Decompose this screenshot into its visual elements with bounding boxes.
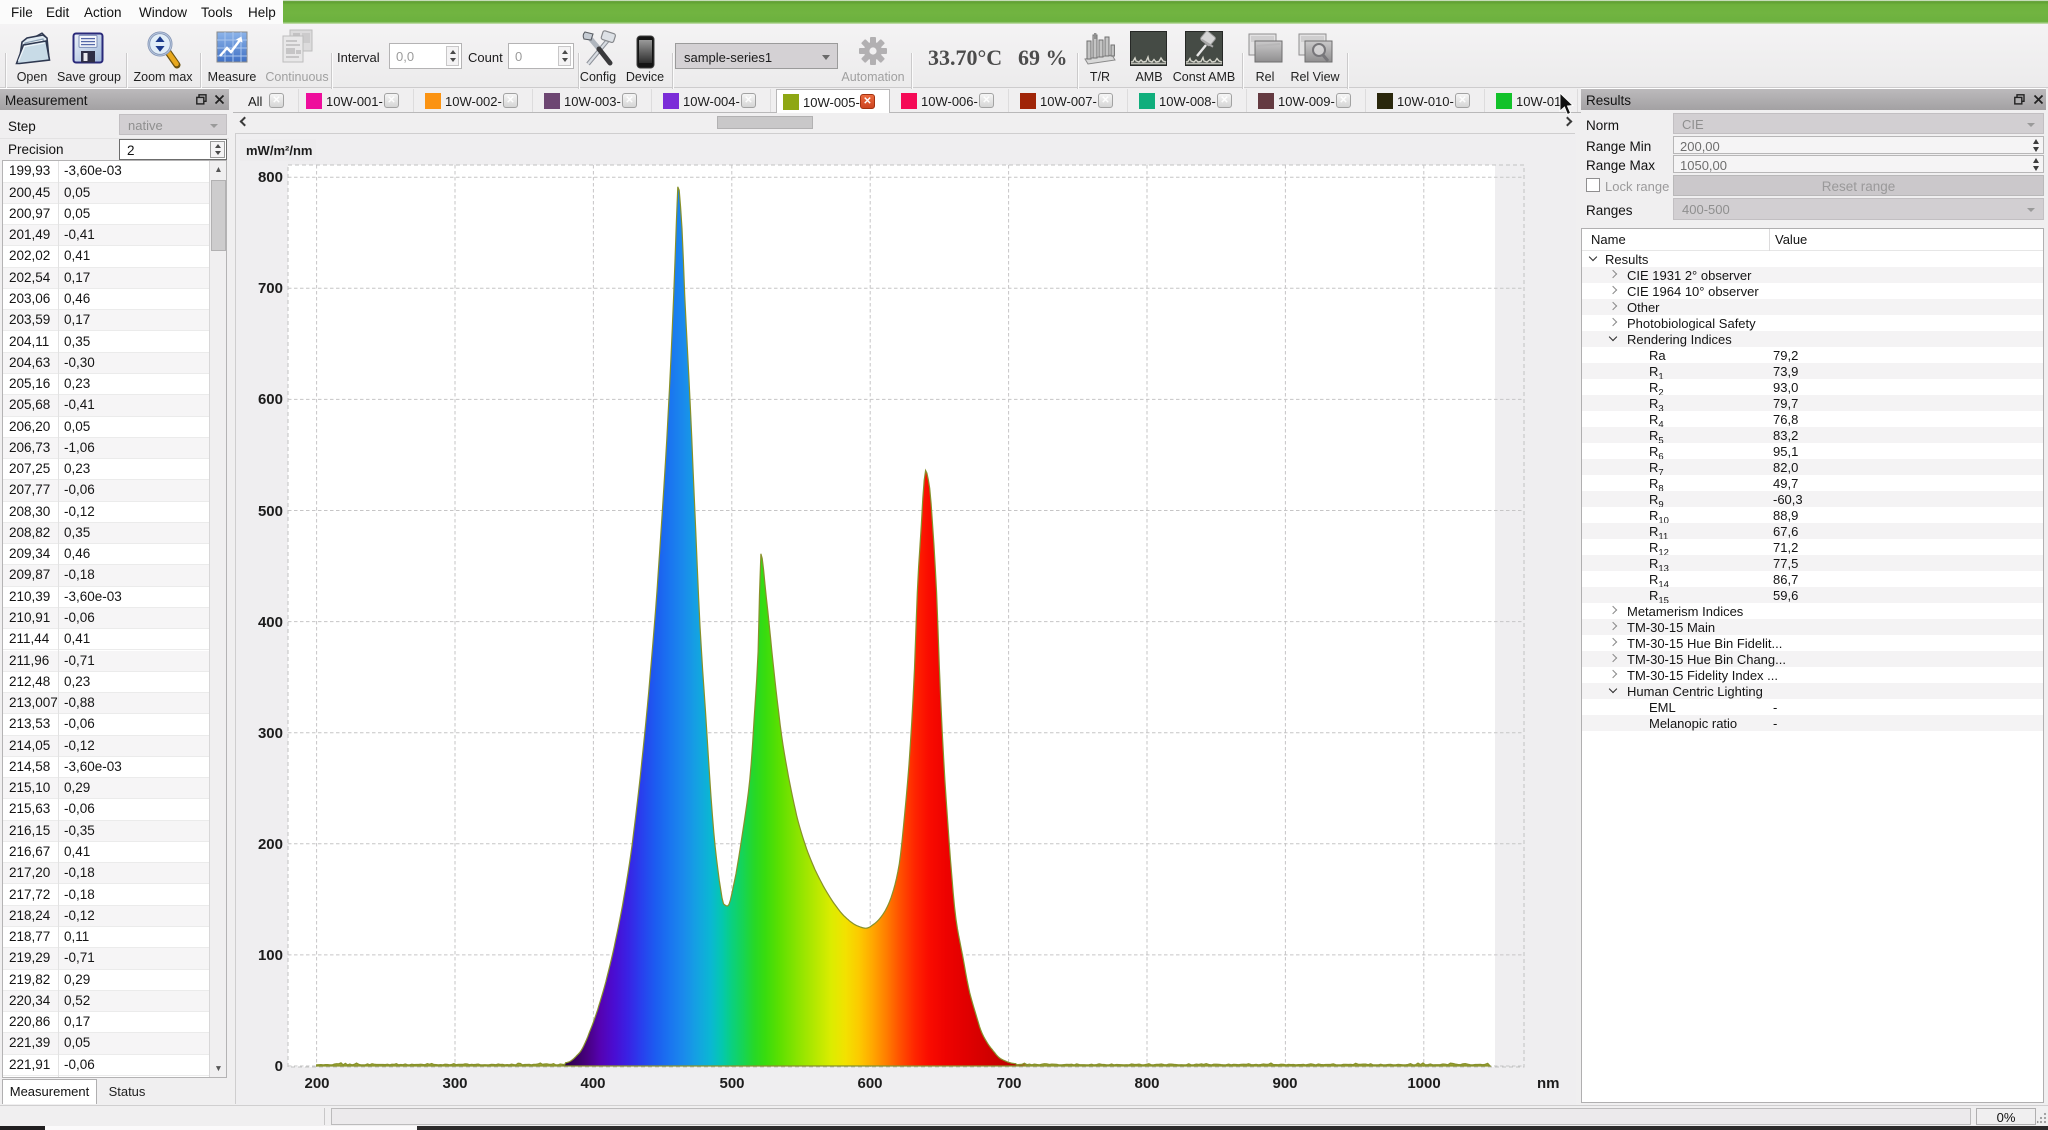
svg-text:1000: 1000 (1407, 1075, 1440, 1092)
svg-text:600: 600 (857, 1075, 882, 1092)
svg-text:700: 700 (258, 280, 283, 297)
svg-text:700: 700 (996, 1075, 1021, 1092)
svg-text:600: 600 (258, 391, 283, 408)
svg-text:nm: nm (1537, 1075, 1560, 1092)
svg-text:300: 300 (442, 1075, 467, 1092)
svg-text:mW/m²/nm: mW/m²/nm (246, 143, 312, 158)
svg-text:500: 500 (258, 503, 283, 520)
svg-text:200: 200 (304, 1075, 329, 1092)
svg-text:200: 200 (258, 836, 283, 853)
svg-text:300: 300 (258, 725, 283, 742)
svg-text:400: 400 (258, 614, 283, 631)
svg-text:400: 400 (580, 1075, 605, 1092)
svg-text:0: 0 (275, 1058, 283, 1075)
svg-text:800: 800 (258, 169, 283, 186)
svg-text:800: 800 (1134, 1075, 1159, 1092)
svg-text:500: 500 (719, 1075, 744, 1092)
svg-text:900: 900 (1272, 1075, 1297, 1092)
svg-text:100: 100 (258, 947, 283, 964)
